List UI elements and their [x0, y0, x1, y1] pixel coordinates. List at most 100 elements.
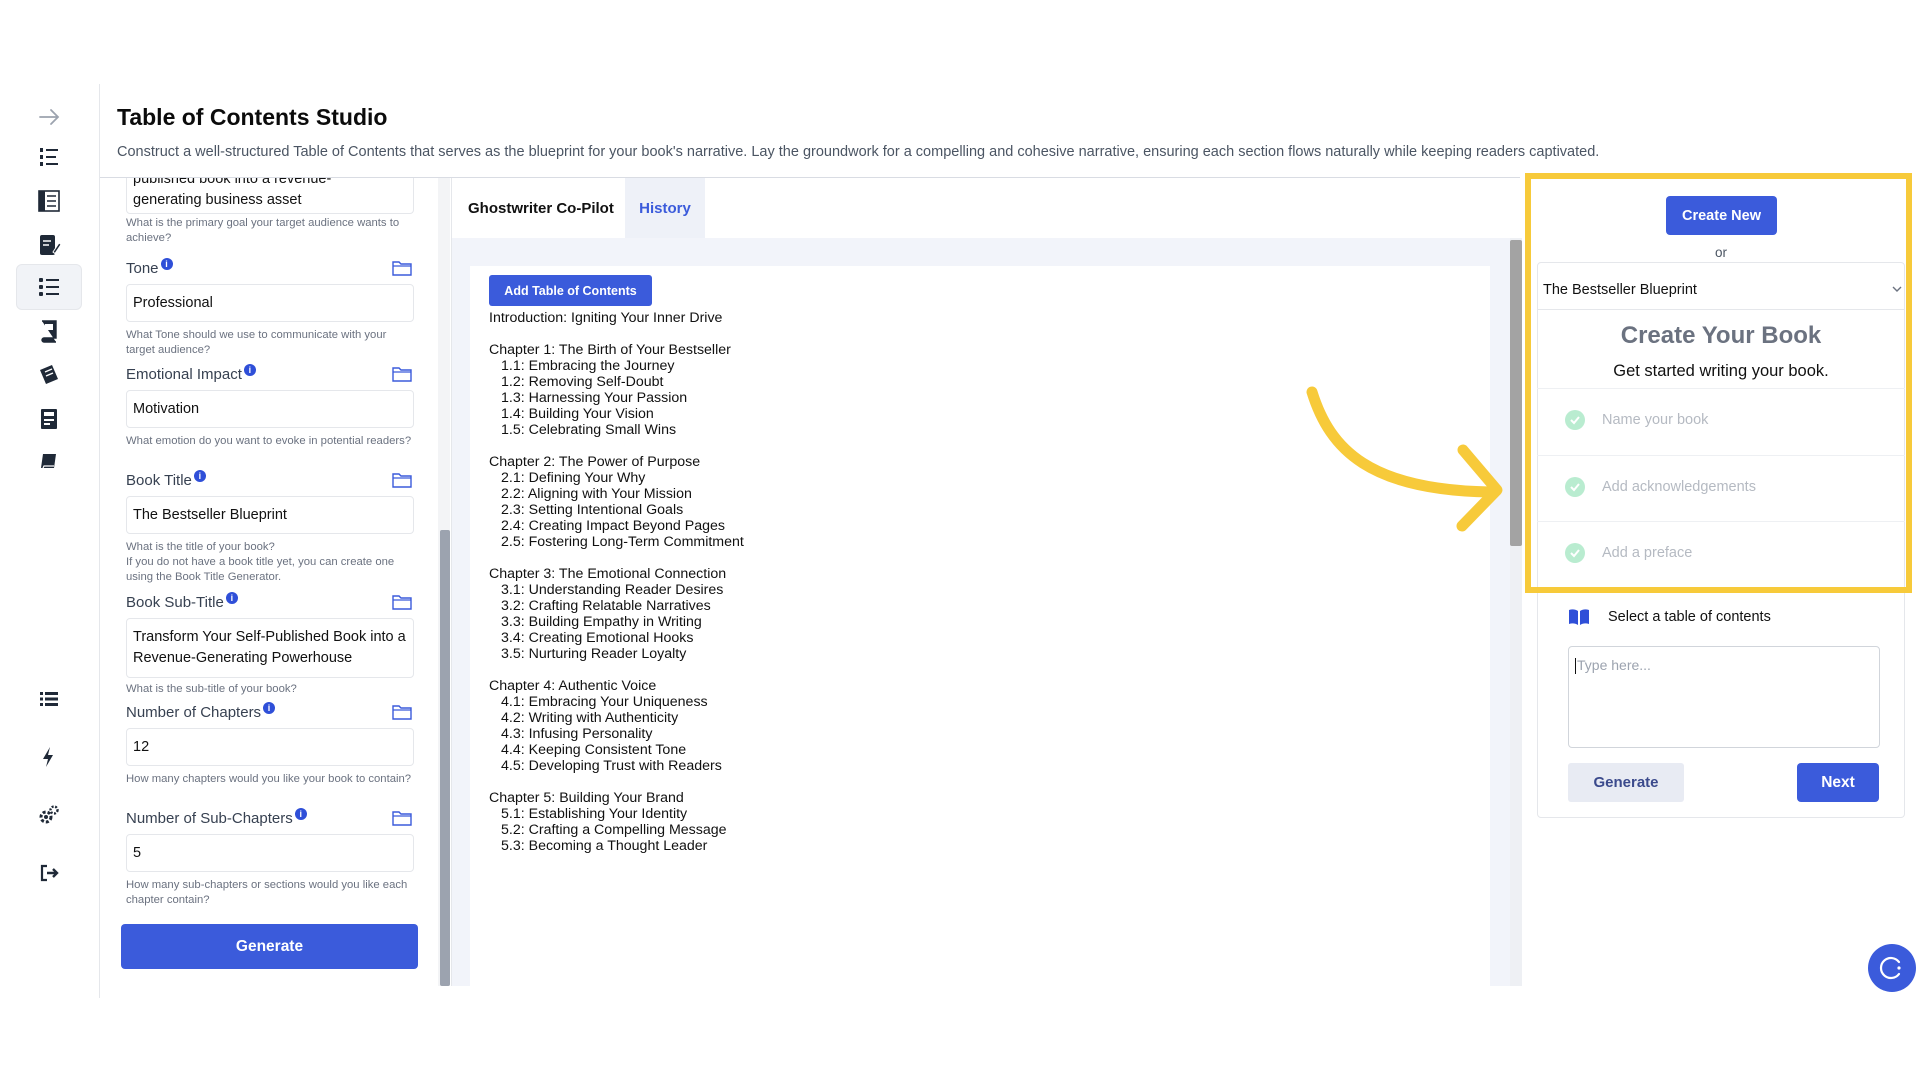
book-subtitle-label-text: Book Sub-Title: [126, 594, 224, 611]
rail-item-book-cover[interactable]: [16, 308, 82, 354]
tone-input[interactable]: Professional: [126, 284, 414, 322]
toc-chapter: Chapter 3: The Emotional Connection: [489, 566, 727, 582]
toc-subchapter: 4.1: Embracing Your Uniqueness: [501, 694, 708, 710]
chat-launcher-button[interactable]: [1868, 944, 1916, 992]
rail-item-publish[interactable]: [16, 396, 82, 442]
toc-chapter: Introduction: Igniting Your Inner Drive: [489, 310, 723, 326]
emotional-impact-label-text: Emotional Impact: [126, 366, 242, 383]
curved-arrow-icon: [1306, 386, 1503, 532]
toc-subchapter: 3.2: Crafting Relatable Narratives: [501, 598, 711, 614]
rail-item-settings[interactable]: [16, 792, 82, 838]
num-chapters-label: Number of Chapters i: [126, 701, 276, 721]
toc-textarea[interactable]: Type here...: [1568, 646, 1880, 748]
toc-chapter: Chapter 4: Authentic Voice: [489, 678, 657, 694]
settings-icon: [39, 805, 59, 824]
emotional-impact-input[interactable]: Motivation: [126, 390, 414, 428]
info-icon[interactable]: i: [263, 701, 276, 714]
info-icon[interactable]: i: [243, 363, 256, 376]
num-chapters-help: How many chapters would you like your bo…: [126, 773, 412, 785]
num-chapters-label-text: Number of Chapters: [126, 704, 262, 721]
emotional-impact-help: What emotion do you want to evoke in pot…: [126, 435, 412, 447]
toc-subchapter: 1.2: Removing Self-Doubt: [501, 374, 664, 390]
lightning-icon: [43, 747, 53, 767]
num-subchapters-label: Number of Sub-Chapters i: [126, 807, 307, 827]
emotional-impact-label: Emotional Impact i: [126, 363, 256, 383]
toc-subchapter: 4.5: Developing Trust with Readers: [501, 758, 722, 774]
outline-icon: [38, 190, 60, 212]
generate-toc-button[interactable]: Generate: [1568, 763, 1684, 802]
next-button[interactable]: Next: [1797, 763, 1879, 802]
page-title: Table of Contents Studio: [117, 104, 388, 130]
rail-item-numbered-list[interactable]: [16, 134, 82, 180]
book-icon: [41, 454, 56, 469]
numbered-list-icon: [40, 148, 58, 166]
toc-subchapter: 1.3: Harnessing Your Passion: [501, 390, 688, 406]
form-scrollbar-thumb[interactable]: [440, 530, 450, 986]
folder-icon[interactable]: [392, 704, 412, 720]
book-cover-icon: [41, 320, 57, 343]
toc-subchapter: 4.4: Keeping Consistent Tone: [501, 742, 687, 758]
target-goal-line2: generating business asset: [133, 192, 302, 208]
toc-subchapter: 4.2: Writing with Authenticity: [501, 710, 679, 726]
folder-icon[interactable]: [392, 594, 412, 610]
target-goal-field[interactable]: published book into a revenue- generatin…: [126, 178, 414, 214]
book-title-help-line2: If you do not have a book title yet, you…: [126, 556, 395, 583]
toc-textarea-placeholder: Type here...: [1577, 657, 1651, 673]
toc-subchapter: 2.4: Creating Impact Beyond Pages: [501, 518, 725, 534]
info-icon[interactable]: i: [225, 591, 238, 604]
rail-item-outline[interactable]: [16, 178, 82, 224]
toc-subchapter: 3.5: Nurturing Reader Loyalty: [501, 646, 687, 662]
tab-history[interactable]: History: [625, 178, 705, 238]
rail-item-lightning[interactable]: [16, 734, 82, 780]
center-tabs: Ghostwriter Co-Pilot History: [452, 178, 1522, 238]
page-subtitle: Construct a well-structured Table of Con…: [117, 144, 1600, 160]
rail-item-list[interactable]: [16, 676, 82, 722]
chat-icon: [1879, 956, 1901, 980]
info-icon[interactable]: i: [193, 469, 206, 482]
tab-ghostwriter-co-pilot[interactable]: Ghostwriter Co-Pilot: [452, 178, 625, 238]
rail-item-edit-document[interactable]: [16, 222, 82, 268]
book-subtitle-help: What is the sub-title of your book?: [126, 683, 297, 695]
folder-icon[interactable]: [392, 810, 412, 826]
toc-icon: [39, 278, 59, 296]
toc-subchapter: 3.3: Building Empathy in Writing: [501, 614, 702, 630]
rail-item-book[interactable]: [16, 438, 82, 484]
toc-chapter: Chapter 1: The Birth of Your Bestseller: [489, 342, 731, 358]
arrow-right-icon: [39, 109, 60, 125]
book-subtitle-input[interactable]: Transform Your Self-Published Book into …: [126, 618, 414, 678]
publish-icon: [41, 409, 57, 429]
info-icon[interactable]: i: [294, 807, 307, 820]
book-title-input[interactable]: The Bestseller Blueprint: [126, 496, 414, 534]
rail-item-logout[interactable]: [16, 850, 82, 896]
toc-subchapter: 3.1: Understanding Reader Desires: [501, 582, 724, 598]
toc-chapter: Chapter 5: Building Your Brand: [489, 790, 684, 806]
folder-icon[interactable]: [392, 366, 412, 382]
rail-item-table-of-contents[interactable]: [16, 264, 82, 310]
toc-card: Add Table of Contents Introduction: Igni…: [470, 266, 1490, 986]
toc-subchapter: 5.2: Crafting a Compelling Message: [501, 822, 727, 838]
toc-subchapter: 1.4: Building Your Vision: [501, 406, 654, 422]
toc-subchapter: 1.5: Celebrating Small Wins: [501, 422, 677, 438]
toc-subchapter: 4.3: Infusing Personality: [501, 726, 653, 742]
folder-icon[interactable]: [392, 472, 412, 488]
select-toc-label: Select a table of contents: [1608, 609, 1771, 625]
rail-item-manuscript[interactable]: [16, 352, 82, 398]
select-toc-row: Select a table of contents: [1568, 608, 1771, 626]
add-table-of-contents-button[interactable]: Add Table of Contents: [489, 275, 652, 306]
num-subchapters-help: How many sub-chapters or sections would …: [126, 879, 408, 906]
num-subchapters-input[interactable]: 5: [126, 834, 414, 872]
book-title-help: What is the title of your book? If you d…: [126, 540, 416, 585]
manuscript-icon: [40, 365, 58, 384]
logout-icon: [40, 864, 59, 882]
tone-help: What Tone should we use to communicate w…: [126, 329, 387, 356]
generate-button[interactable]: Generate: [121, 924, 418, 969]
toc-scrollbar-thumb[interactable]: [1510, 240, 1522, 546]
num-chapters-input[interactable]: 12: [126, 728, 414, 766]
info-icon[interactable]: i: [160, 257, 173, 270]
folder-icon[interactable]: [392, 260, 412, 276]
toc-subchapter: 5.1: Establishing Your Identity: [501, 806, 688, 822]
toc-subchapter: 1.1: Embracing the Journey: [501, 358, 675, 374]
text-caret: [1575, 658, 1576, 675]
target-goal-line1: published book into a revenue-: [133, 178, 332, 187]
list-icon: [40, 692, 58, 706]
